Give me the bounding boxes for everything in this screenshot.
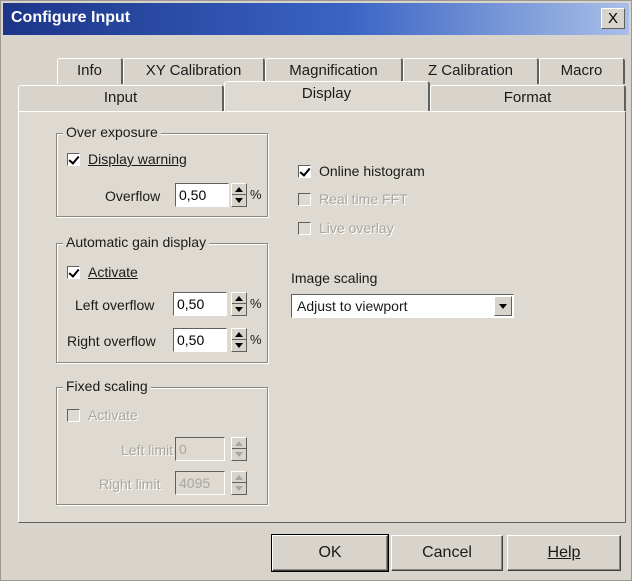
spin-down-icon xyxy=(235,452,243,457)
real-time-fft-label: Real time FFT xyxy=(319,191,408,207)
ok-button[interactable]: OK xyxy=(271,534,389,572)
tab-magnification-label: Magnification xyxy=(289,62,378,79)
auto-gain-activate-label: Activate xyxy=(88,264,138,280)
tab-macro[interactable]: Macro xyxy=(539,58,625,84)
right-limit-label: Right limit xyxy=(99,476,161,492)
left-overflow-label: Left overflow xyxy=(75,297,155,313)
left-limit-label: Left limit xyxy=(121,442,174,458)
overflow-unit: % xyxy=(250,187,262,202)
display-warning-checkbox[interactable]: Display warning xyxy=(67,150,187,168)
auto-gain-activate-checkbox[interactable]: Activate xyxy=(67,263,138,281)
right-overflow-input[interactable]: 0,50 xyxy=(173,328,227,352)
window-title: Configure Input xyxy=(11,9,131,26)
close-icon: X xyxy=(607,10,618,27)
overflow-spinner[interactable] xyxy=(231,183,247,207)
left-overflow-unit: % xyxy=(250,296,262,311)
right-overflow-unit: % xyxy=(250,332,262,347)
spin-down-icon xyxy=(235,343,243,348)
ok-button-label: OK xyxy=(318,544,342,561)
tab-xy-calibration-label: XY Calibration xyxy=(145,62,242,79)
display-warning-label: Display warning xyxy=(88,151,187,167)
image-scaling-select[interactable]: Adjust to viewport xyxy=(291,294,514,318)
spin-down-icon xyxy=(235,198,243,203)
left-overflow-spinner[interactable] xyxy=(231,292,247,316)
right-overflow-spinner[interactable] xyxy=(231,328,247,352)
title-bar[interactable]: Configure Input X xyxy=(3,3,629,35)
image-scaling-value: Adjust to viewport xyxy=(297,298,408,314)
overflow-label: Overflow xyxy=(105,188,161,204)
auto-gain-check-icon xyxy=(67,266,80,279)
chevron-down-icon[interactable] xyxy=(494,296,512,316)
spin-up-icon xyxy=(235,332,243,337)
tab-info[interactable]: Info xyxy=(57,58,123,84)
fixed-scaling-check-icon xyxy=(67,409,80,422)
spin-up-icon xyxy=(235,187,243,192)
tab-input-label: Input xyxy=(103,89,138,106)
help-button[interactable]: Help xyxy=(507,535,621,571)
image-scaling-label: Image scaling xyxy=(291,270,378,286)
real-time-fft-check-icon xyxy=(298,193,311,206)
real-time-fft-checkbox[interactable]: Real time FFT xyxy=(298,190,408,208)
spin-down-icon xyxy=(235,486,243,491)
automatic-gain-title: Automatic gain display xyxy=(63,234,210,250)
tab-macro-label: Macro xyxy=(560,62,603,79)
left-limit-spinner[interactable] xyxy=(231,437,247,461)
tab-display[interactable]: Display xyxy=(224,81,430,111)
right-overflow-label: Right overflow xyxy=(67,333,156,349)
help-button-label: Help xyxy=(547,544,581,561)
configure-input-dialog: Configure Input X Info XY Calibration Ma… xyxy=(0,0,632,581)
fixed-scaling-title: Fixed scaling xyxy=(63,378,151,394)
cancel-button[interactable]: Cancel xyxy=(391,535,503,571)
cancel-button-label: Cancel xyxy=(422,544,472,561)
tab-info-label: Info xyxy=(76,62,103,79)
right-limit-spinner[interactable] xyxy=(231,471,247,495)
tab-display-label: Display xyxy=(301,85,352,102)
left-overflow-input[interactable]: 0,50 xyxy=(173,292,227,316)
online-histogram-check-icon xyxy=(298,165,311,178)
live-overlay-checkbox[interactable]: Live overlay xyxy=(298,219,394,237)
spin-down-icon xyxy=(235,307,243,312)
live-overlay-check-icon xyxy=(298,222,311,235)
spin-up-icon xyxy=(235,441,243,446)
online-histogram-label: Online histogram xyxy=(319,163,425,179)
left-limit-input[interactable]: 0 xyxy=(175,437,225,461)
overflow-input[interactable]: 0,50 xyxy=(175,183,229,207)
tab-format[interactable]: Format xyxy=(430,85,626,111)
display-warning-check-icon xyxy=(67,153,80,166)
online-histogram-checkbox[interactable]: Online histogram xyxy=(298,162,425,180)
tab-z-calibration-label: Z Calibration xyxy=(427,62,514,79)
close-button[interactable]: X xyxy=(601,8,625,29)
spin-up-icon xyxy=(235,296,243,301)
spin-up-icon xyxy=(235,475,243,480)
live-overlay-label: Live overlay xyxy=(319,220,394,236)
tab-format-label: Format xyxy=(503,89,552,106)
tab-input[interactable]: Input xyxy=(18,85,224,111)
over-exposure-title: Over exposure xyxy=(63,124,161,140)
fixed-scaling-activate-label: Activate xyxy=(88,407,138,423)
fixed-scaling-activate-checkbox[interactable]: Activate xyxy=(67,406,138,424)
right-limit-input[interactable]: 4095 xyxy=(175,471,225,495)
